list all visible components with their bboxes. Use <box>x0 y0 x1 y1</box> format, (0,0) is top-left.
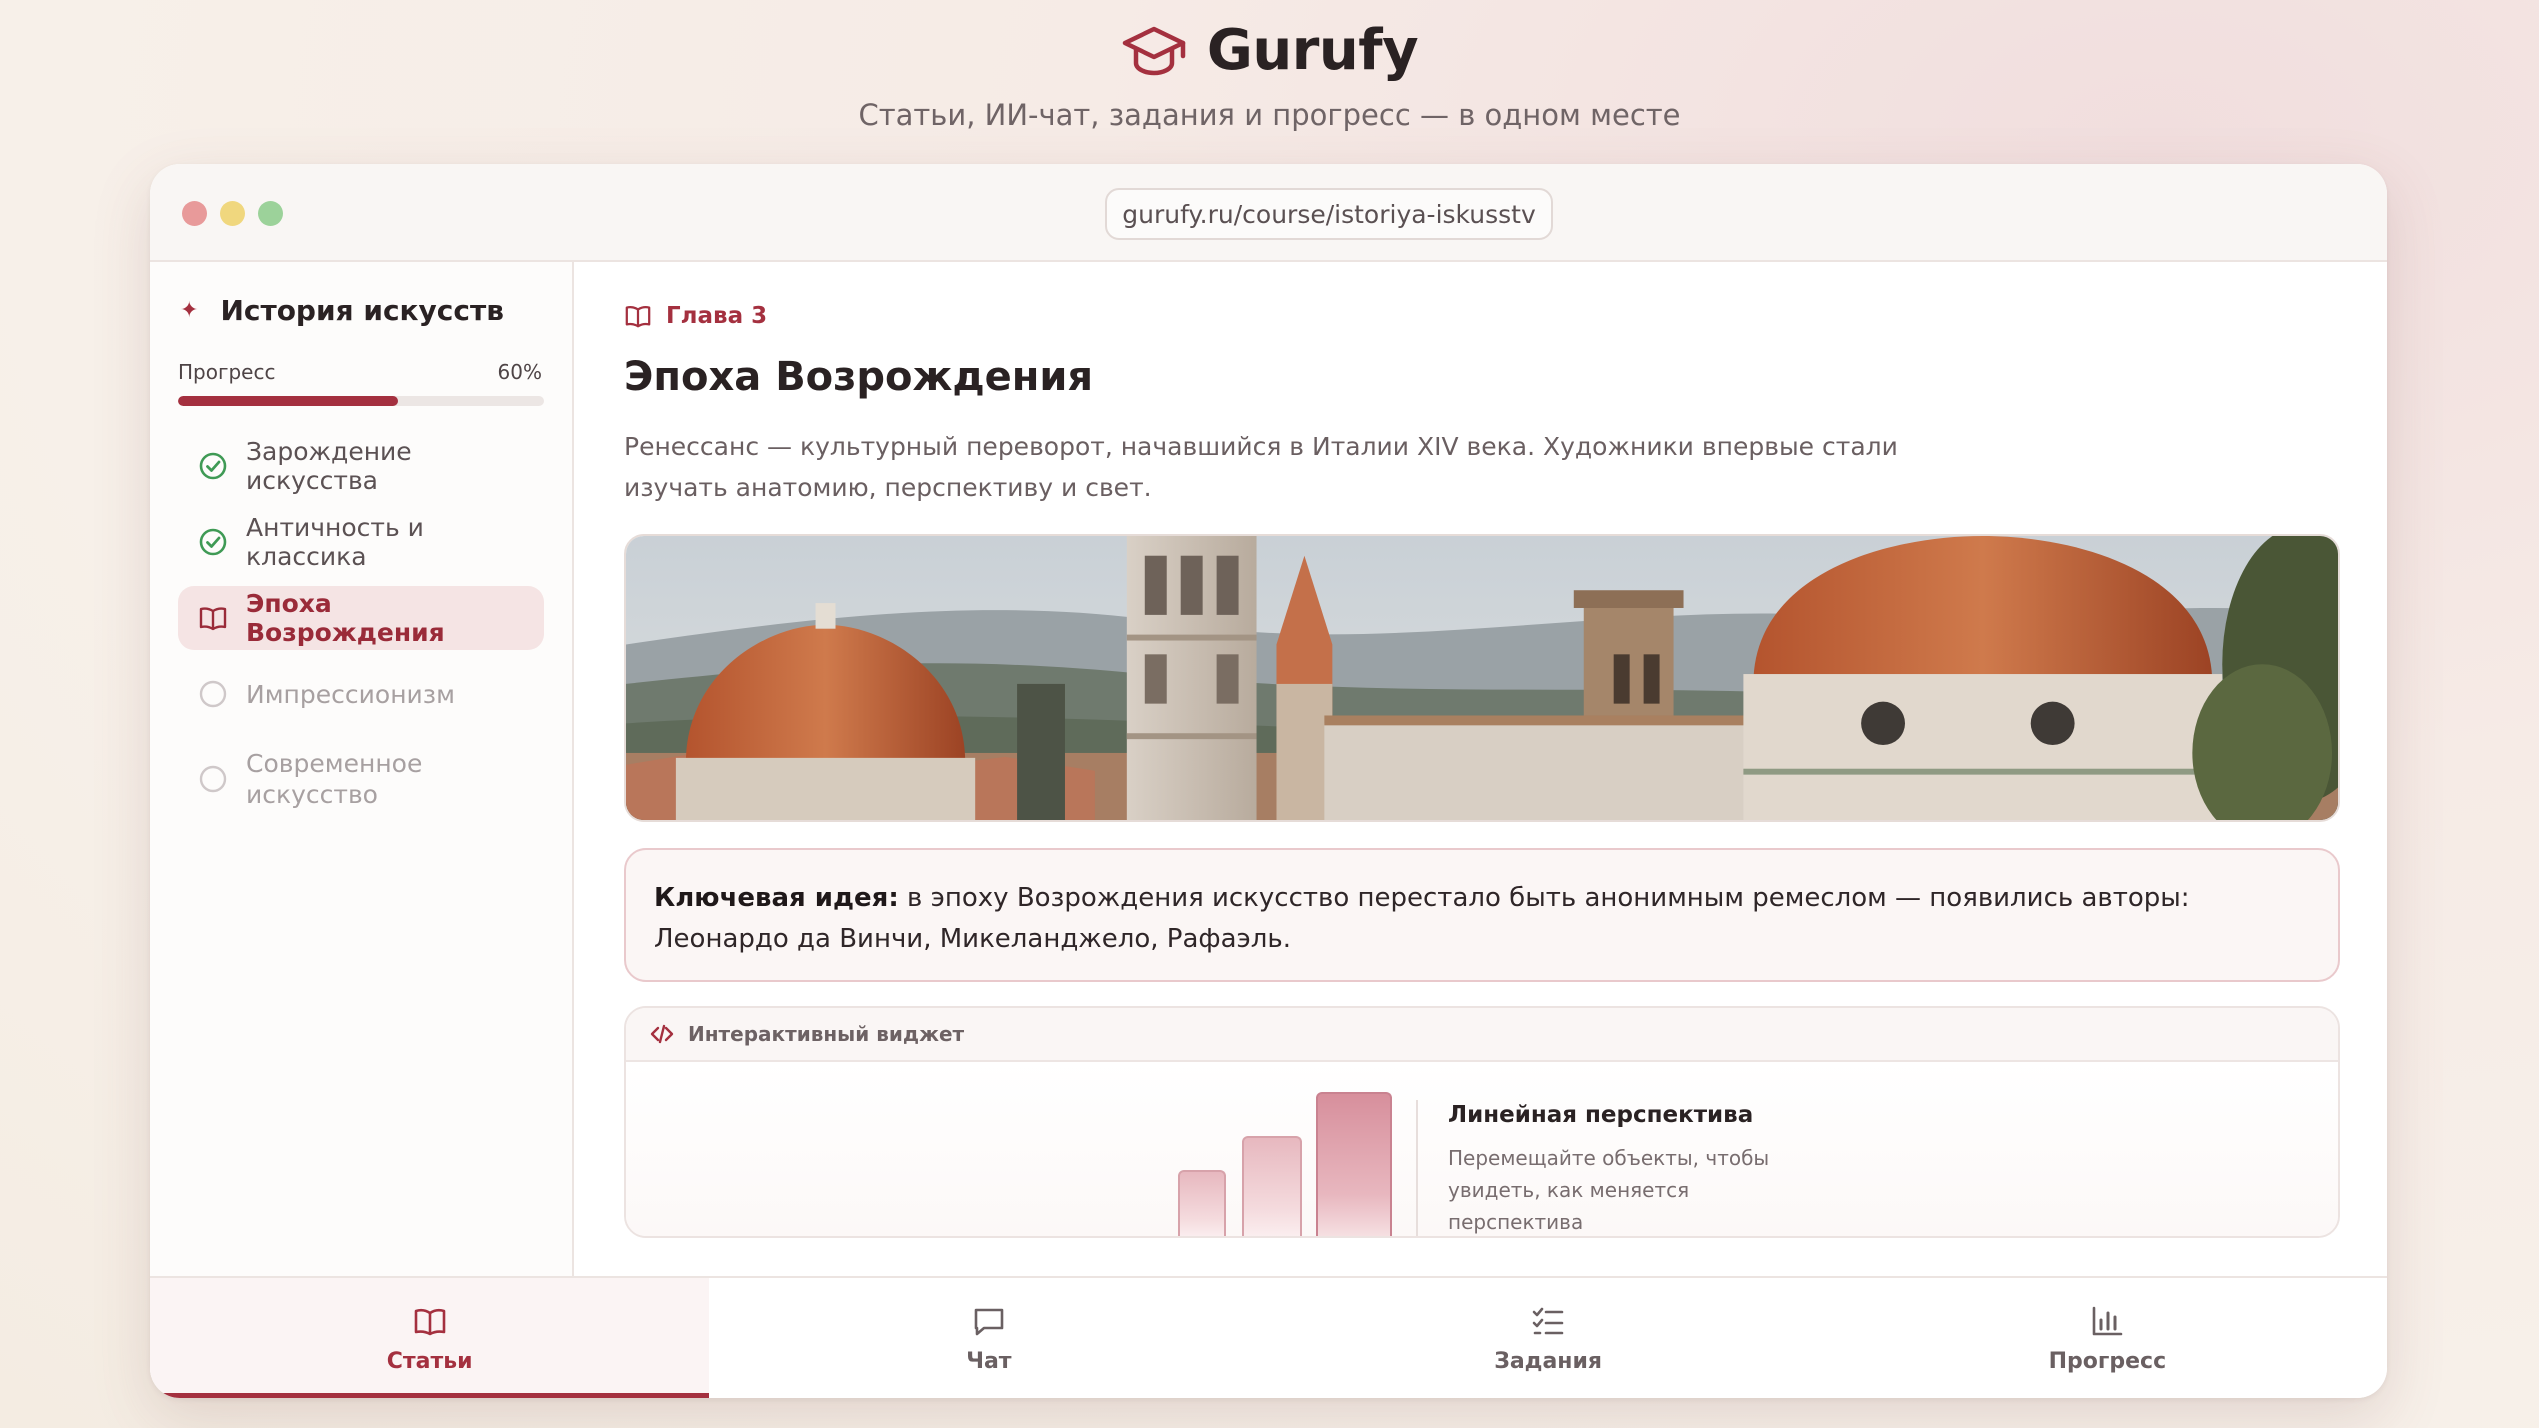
widget-title: Линейная перспектива <box>1448 1102 1754 1128</box>
book-icon <box>414 1308 445 1335</box>
widget-divider <box>1416 1100 1418 1236</box>
tab-tasks[interactable]: Задания <box>1269 1278 1828 1398</box>
lesson-item-antichnost[interactable]: Античность и классика <box>178 510 544 574</box>
checklist-icon <box>1532 1307 1564 1334</box>
address-bar[interactable]: gurufy.ru/course/istoriya-iskusstv <box>1105 188 1553 240</box>
key-idea-callout: Ключевая идея: в эпоху Возрождения искус… <box>624 848 2340 982</box>
lesson-item-impressionizm[interactable]: Импрессионизм <box>178 662 544 726</box>
tab-label: Задания <box>1494 1348 1603 1374</box>
tab-progress[interactable]: Прогресс <box>1828 1278 2387 1398</box>
tab-chat[interactable]: Чат <box>709 1278 1268 1398</box>
tagline: Статьи, ИИ-чат, задания и прогресс — в о… <box>858 98 1681 132</box>
empty-circle-icon <box>199 765 227 793</box>
close-window-button[interactable] <box>182 201 207 226</box>
course-header: ✦ История искусств <box>180 294 504 327</box>
chapter-label: Глава 3 <box>666 303 768 329</box>
book-icon <box>625 306 651 328</box>
book-icon <box>199 607 227 631</box>
lesson-label: Зарождение искусства <box>246 437 412 495</box>
tab-label: Прогресс <box>2048 1348 2167 1374</box>
tab-articles[interactable]: Статьи <box>150 1278 710 1398</box>
article-title: Эпоха Возрождения <box>624 354 1094 400</box>
florence-cathedral-image <box>624 534 2340 822</box>
check-circle-icon <box>199 452 227 480</box>
course-title: История искусств <box>220 294 504 327</box>
lesson-label: Импрессионизм <box>246 679 455 709</box>
article-intro: Ренессанс — культурный переворот, начавш… <box>624 432 1898 502</box>
widget-body: Линейная перспектива Перемещайте объекты… <box>626 1062 2338 1236</box>
perspective-object-medium[interactable] <box>1242 1136 1302 1236</box>
widget-header: Интерактивный виджет <box>626 1008 2338 1062</box>
check-circle-icon <box>199 528 227 556</box>
window-titlebar: gurufy.ru/course/istoriya-iskusstv <box>150 164 2387 262</box>
brand-header: Gurufy <box>0 18 2539 83</box>
progress-label: Прогресс <box>178 360 276 384</box>
maximize-window-button[interactable] <box>258 201 283 226</box>
lesson-item-sovremennoe[interactable]: Современное искусство <box>178 738 544 820</box>
perspective-object-large[interactable] <box>1316 1092 1392 1236</box>
bar-chart-icon <box>2093 1306 2123 1335</box>
bottom-tab-bar: Статьи Чат Задания Прогресс <box>150 1276 2387 1398</box>
article-content: Глава 3 Эпоха Возрождения Ренессанс — ку… <box>576 262 2387 1276</box>
key-idea-label: Ключевая идея: <box>654 883 899 913</box>
chapter-indicator: Глава 3 <box>624 302 767 330</box>
minimize-window-button[interactable] <box>220 201 245 226</box>
app-window: gurufy.ru/course/istoriya-iskusstv ✦ Ист… <box>150 164 2387 1398</box>
sparkle-icon: ✦ <box>180 297 199 323</box>
tab-label: Статьи <box>386 1348 473 1374</box>
lesson-item-vozrozhdenie[interactable]: Эпоха Возрождения <box>178 586 544 650</box>
progress-bar-fill <box>178 396 398 406</box>
lesson-list: Зарождение искусства Античность и класси… <box>178 434 544 832</box>
progress-percent: 60% <box>497 360 542 384</box>
tab-label: Чат <box>966 1348 1012 1374</box>
widget-description: Перемещайте объекты, чтобы увидеть, как … <box>1448 1146 1770 1234</box>
chat-bubble-icon <box>974 1308 1004 1335</box>
progress-bar <box>178 396 544 406</box>
lesson-label: Античность и классика <box>246 513 424 571</box>
course-sidebar: ✦ История искусств Прогресс 60% Зарожден… <box>150 262 574 1276</box>
brand-name: Gurufy <box>1206 18 1419 83</box>
widget-label: Интерактивный виджет <box>688 1022 965 1046</box>
empty-circle-icon <box>199 680 227 708</box>
perspective-object-small[interactable] <box>1178 1170 1226 1236</box>
interactive-widget[interactable]: Интерактивный виджет Линейная перспектив… <box>624 1006 2340 1238</box>
graduation-cap-icon <box>1122 26 1186 75</box>
lesson-label: Эпоха Возрождения <box>246 589 445 647</box>
lesson-item-zarozhdenie[interactable]: Зарождение искусства <box>178 434 544 498</box>
lesson-label: Современное искусство <box>246 749 423 809</box>
code-icon <box>650 1024 674 1044</box>
